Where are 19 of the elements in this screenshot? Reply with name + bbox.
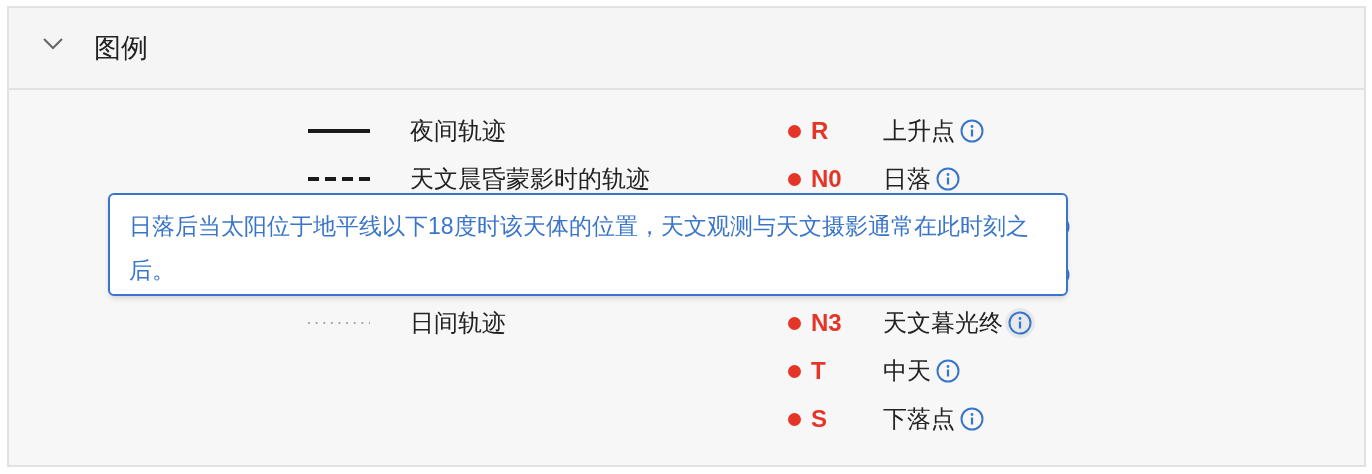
legend-label: 夜间轨迹 xyxy=(410,116,506,146)
line-style-icon xyxy=(308,320,370,326)
legend-label: 日间轨迹 xyxy=(410,308,506,338)
legend-label: 日落 xyxy=(883,164,931,194)
line-style-icon xyxy=(308,128,370,134)
point-code: T xyxy=(811,356,827,386)
panel-title[interactable]: 图例 xyxy=(94,27,148,69)
legend-label: 天文晨昏蒙影时的轨迹 xyxy=(410,164,650,194)
point-code: R xyxy=(811,116,830,146)
legend-label: 天文暮光终 xyxy=(883,308,1003,338)
point-code: N3 xyxy=(811,308,843,338)
legend-label: 下落点 xyxy=(883,404,955,434)
info-icon[interactable] xyxy=(1005,308,1035,338)
line-style-icon xyxy=(308,176,370,182)
legend-label: 中天 xyxy=(883,356,931,386)
point-code: S xyxy=(811,404,828,434)
tooltip: 日落后当太阳位于地平线以下18度时该天体的位置，天文观测与天文摄影通常在此时刻之后。 xyxy=(108,193,1068,296)
legend-label: 上升点 xyxy=(883,116,955,146)
point-code: N0 xyxy=(811,164,843,194)
